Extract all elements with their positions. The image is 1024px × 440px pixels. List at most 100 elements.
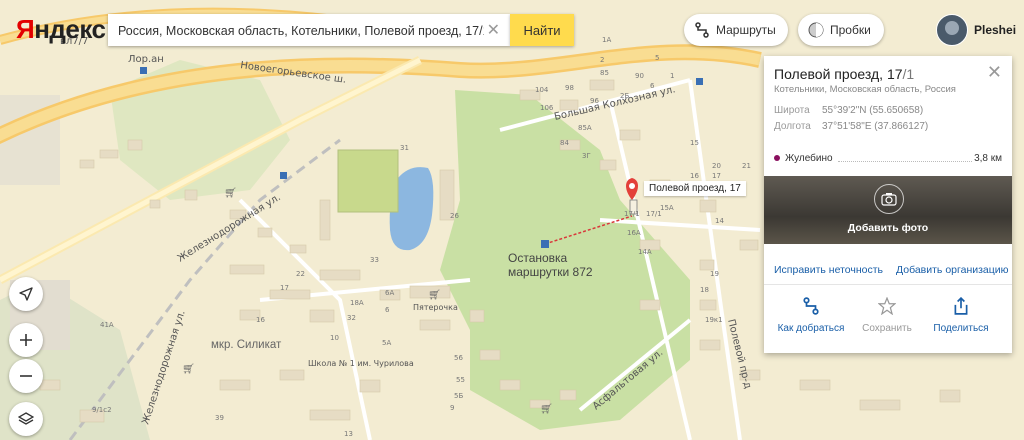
house-number: 1 <box>670 72 674 80</box>
house-number: 84 <box>560 139 569 147</box>
house-number: 18А <box>350 299 364 307</box>
house-number: 14А <box>638 248 652 256</box>
fix-inaccuracy-link[interactable]: Исправить неточность <box>774 264 883 276</box>
place-title: Полевой проезд, 17/1 <box>774 66 914 82</box>
bus-stop-label-line: маршрутки 872 <box>508 265 593 279</box>
navigation-arrow-icon <box>19 287 33 301</box>
house-number: 9/1с2 <box>92 406 112 414</box>
house-number: 16А <box>627 229 641 237</box>
directions-label: Как добраться <box>777 323 845 334</box>
house-number: 6А <box>385 289 394 297</box>
pin-house-number: 17/1 <box>624 210 640 218</box>
house-number: 33 <box>370 256 379 264</box>
house-number: 19к1 <box>705 316 723 324</box>
search-button[interactable]: Найти <box>510 14 574 46</box>
zoom-in-button[interactable] <box>9 323 43 357</box>
layers-button[interactable] <box>9 402 43 436</box>
dotted-leader <box>838 161 972 162</box>
clear-icon[interactable]: ✕ <box>487 20 500 40</box>
zoom-out-button[interactable] <box>9 359 43 393</box>
longitude-label: Долгота <box>774 121 811 132</box>
house-number: 98 <box>565 84 574 92</box>
place-card: Полевой проезд, 17/1 ✕ Котельники, Моско… <box>764 56 1012 353</box>
save-button[interactable]: Сохранить <box>846 294 928 334</box>
house-number: 22 <box>296 270 305 278</box>
house-number: 41А <box>100 321 114 329</box>
latitude-label: Широта <box>774 105 810 116</box>
house-number: 13 <box>344 430 353 438</box>
house-number: 16 <box>256 316 265 324</box>
place-subtitle: Котельники, Московская область, Россия <box>774 84 956 95</box>
search-box: ✕ <box>108 14 510 48</box>
house-number: 6 <box>650 82 655 90</box>
house-number: 6 <box>385 306 390 314</box>
star-icon <box>846 294 928 318</box>
poi-label: Школа № 1 им. Чурилова <box>308 359 414 368</box>
street-label: Лор.ан <box>128 54 164 65</box>
user-name[interactable]: Pleshei <box>974 23 1016 37</box>
add-photo-label: Добавить фото <box>847 222 929 234</box>
house-number: 5Б <box>454 392 463 400</box>
search-input[interactable] <box>116 14 486 48</box>
divider <box>764 284 1012 285</box>
bus-stop-label-line: Остановка <box>508 251 568 265</box>
camera-icon <box>874 184 904 214</box>
geolocation-button[interactable] <box>9 277 43 311</box>
traffic-button[interactable]: Пробки <box>798 14 884 46</box>
bus-stop-label: Остановка маршрутки 872 <box>508 251 593 279</box>
house-number: 32 <box>347 314 356 322</box>
route-icon <box>770 294 852 318</box>
house-number: 17 <box>712 172 721 180</box>
add-organization-link[interactable]: Добавить организацию <box>896 264 1009 276</box>
add-photo-panel[interactable]: Добавить фото <box>764 176 1012 244</box>
house-number: 15 <box>690 139 699 147</box>
latitude-row: Широта 55°39'2"N (55.650658) <box>774 105 923 116</box>
house-number: 2 <box>600 56 604 64</box>
pin-house-number: 17/1 <box>646 210 662 218</box>
metro-row[interactable]: Жулебино 3,8 км <box>774 153 1002 164</box>
house-number: 85 <box>600 69 609 77</box>
pin-label[interactable]: Полевой проезд, 17 <box>644 181 746 196</box>
house-number: 31 <box>400 144 409 152</box>
routes-button[interactable]: Маршруты <box>684 14 788 46</box>
house-number: 17 <box>280 284 289 292</box>
share-icon <box>920 294 1002 318</box>
plus-icon <box>20 334 32 346</box>
directions-button[interactable]: Как добраться <box>770 294 852 334</box>
metro-distance: 3,8 км <box>974 153 1002 164</box>
latitude-value[interactable]: 55°39'2"N (55.650658) <box>822 105 923 116</box>
avatar[interactable] <box>936 14 968 46</box>
house-number: 19 <box>710 270 719 278</box>
share-button[interactable]: Поделиться <box>920 294 1002 334</box>
house-number: 55 <box>456 376 465 384</box>
house-number: 39 <box>215 414 224 422</box>
layers-icon <box>18 412 34 425</box>
house-number: 96 <box>590 97 599 105</box>
shop-icon: 🛒︎ <box>428 289 441 301</box>
house-number: 2Б <box>620 92 629 100</box>
close-icon[interactable]: ✕ <box>987 62 1002 83</box>
house-number: 20 <box>712 162 721 170</box>
house-number: 15А <box>660 204 674 212</box>
user-menu[interactable]: Pleshei <box>936 14 1016 46</box>
shop-icon: 🛒︎ <box>224 187 237 199</box>
metro-line-icon <box>774 155 780 162</box>
yandex-logo[interactable]: Яндекс <box>16 14 106 45</box>
longitude-value[interactable]: 37°51'58"E (37.866127) <box>822 121 928 132</box>
logo-text: ндекс <box>34 14 106 44</box>
stadium <box>337 149 399 213</box>
route-icon <box>694 22 710 38</box>
house-number: 21 <box>742 162 751 170</box>
house-number: 106 <box>540 104 554 112</box>
house-number: 18 <box>700 286 709 294</box>
routes-label: Маршруты <box>716 23 776 37</box>
longitude-row: Долгота 37°51'58"E (37.866127) <box>774 121 928 132</box>
house-number: 5 <box>655 54 659 62</box>
house-number: 14 <box>715 217 724 225</box>
save-label: Сохранить <box>862 323 912 334</box>
share-label: Поделиться <box>933 323 989 334</box>
metro-name: Жулебино <box>785 153 833 164</box>
house-number: 26 <box>450 212 459 220</box>
traffic-icon <box>808 22 824 38</box>
shop-icon: 🛒︎ <box>540 403 553 415</box>
